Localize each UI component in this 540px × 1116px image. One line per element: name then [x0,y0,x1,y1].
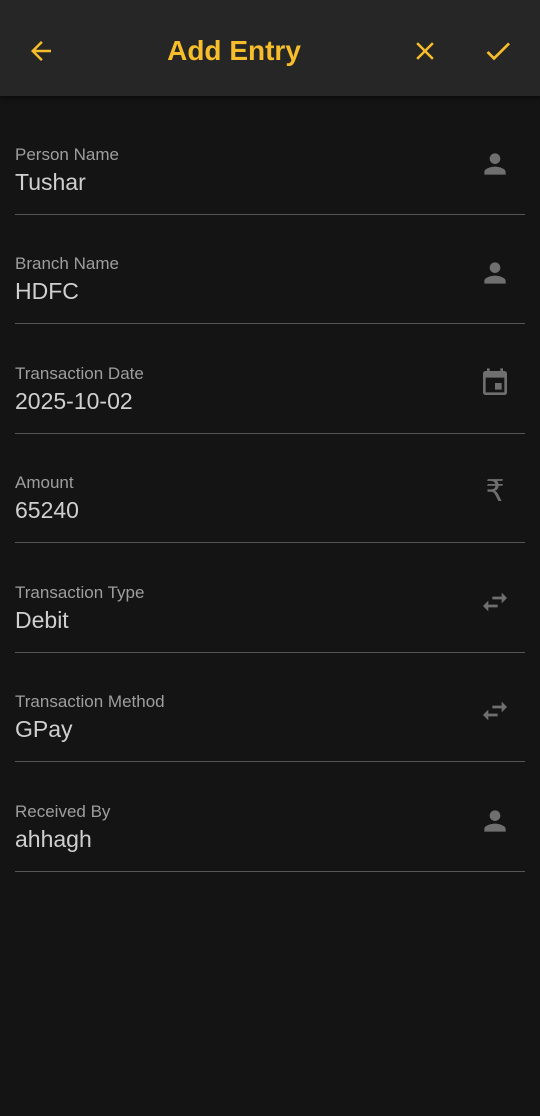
close-button[interactable] [404,30,446,72]
field-value[interactable]: 2025-10-02 [15,386,133,416]
app-bar: Add Entry [0,0,540,96]
field-value[interactable]: Tushar [15,167,86,197]
branch-name-field[interactable]: Branch Name HDFC [15,253,525,324]
close-icon [416,42,434,60]
person-icon [479,805,511,837]
swap-icon [479,586,511,618]
field-label: Transaction Date [15,364,144,383]
field-label: Person Name [15,145,119,164]
field-label: Transaction Method [15,692,165,711]
field-label: Received By [15,802,111,821]
page-title: Add Entry [167,35,301,66]
field-value[interactable]: GPay [15,714,73,744]
field-value[interactable]: Debit [15,605,69,635]
transaction-type-field[interactable]: Transaction Type Debit [15,582,525,653]
field-label: Branch Name [15,254,119,273]
field-value[interactable]: HDFC [15,276,79,306]
field-value[interactable]: 65240 [15,495,79,525]
person-icon [479,257,511,289]
field-label: Amount [15,473,74,492]
person-icon [479,148,511,180]
save-button[interactable] [477,30,519,72]
received-by-field[interactable]: Received By ahhagh [15,801,525,872]
transaction-method-field[interactable]: Transaction Method GPay [15,691,525,762]
check-icon [486,42,510,61]
person-name-field[interactable]: Person Name Tushar [15,144,525,215]
transaction-date-field[interactable]: Transaction Date 2025-10-02 [15,363,525,434]
rupee-icon: ₹ [485,474,505,509]
swap-icon [479,695,511,727]
amount-field[interactable]: Amount 65240 ₹ [15,472,525,543]
field-value[interactable]: ahhagh [15,824,92,854]
field-label: Transaction Type [15,583,145,602]
calendar-icon [479,367,511,399]
